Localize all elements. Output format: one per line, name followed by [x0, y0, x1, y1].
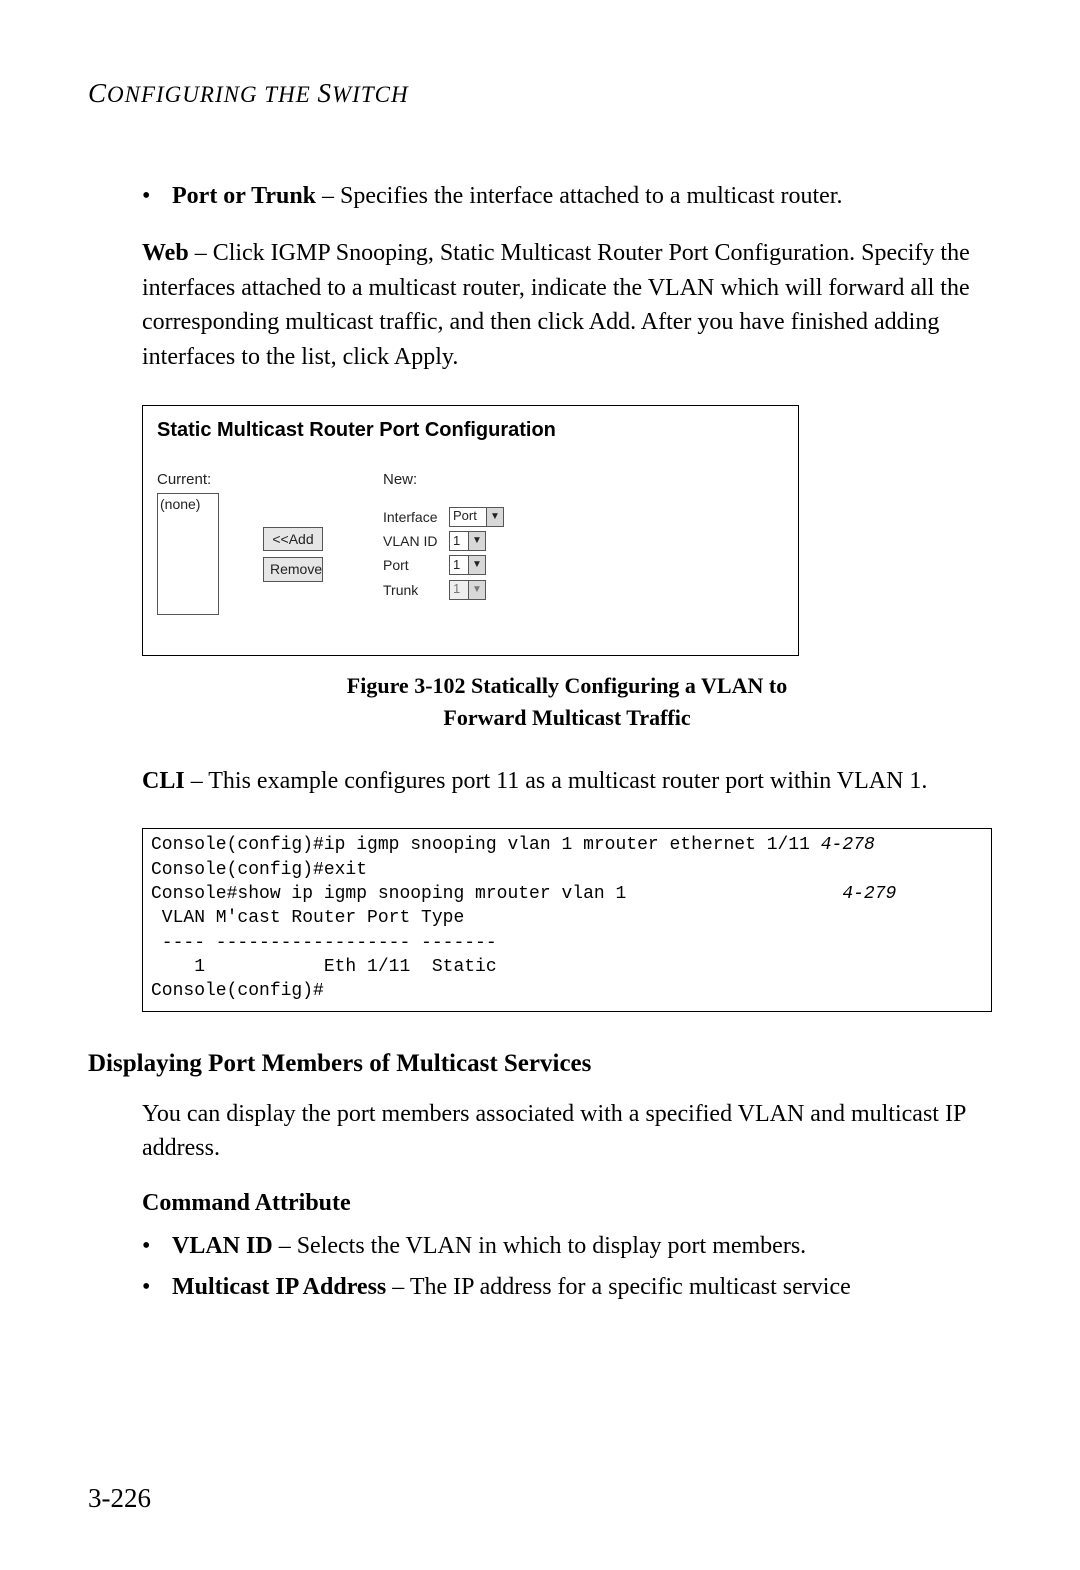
bullet-icon: • — [142, 1229, 172, 1264]
cli-output: Console(config)#ip igmp snooping vlan 1 … — [142, 828, 992, 1012]
trunk-select: 1 ▼ — [449, 580, 486, 600]
port-label: Port — [383, 555, 449, 575]
interface-value: Port — [450, 507, 486, 526]
shot-title: Static Multicast Router Port Configurati… — [157, 416, 788, 445]
cli-paragraph: CLI – This example configures port 11 as… — [142, 764, 992, 799]
command-attribute-heading: Command Attribute — [142, 1186, 992, 1221]
trunk-label: Trunk — [383, 580, 449, 600]
interface-label: Interface — [383, 507, 449, 527]
attr-multicast-ip: • Multicast IP Address – The IP address … — [142, 1270, 992, 1305]
attr-text: – The IP address for a specific multicas… — [386, 1274, 851, 1300]
current-listbox[interactable]: (none) — [157, 493, 219, 615]
current-label: Current: — [157, 469, 217, 491]
config-screenshot: Static Multicast Router Port Configurati… — [142, 405, 799, 656]
port-select[interactable]: 1 ▼ — [449, 555, 486, 575]
section-title: Displaying Port Members of Multicast Ser… — [88, 1046, 992, 1082]
chevron-down-icon: ▼ — [468, 581, 485, 599]
cli-lead: CLI — [142, 768, 185, 794]
running-header-text: ONFIGURING THE — [107, 82, 318, 107]
figure-line1: Figure 3-102 Statically Configuring a VL… — [347, 673, 787, 698]
page-number: 3-226 — [88, 1483, 151, 1514]
bullet-port-trunk: • Port or Trunk – Specifies the interfac… — [142, 179, 992, 214]
figure-line2: Forward Multicast Traffic — [443, 705, 690, 730]
port-value: 1 — [450, 556, 468, 575]
attr-vlan-id: • VLAN ID – Selects the VLAN in which to… — [142, 1229, 992, 1264]
web-lead: Web — [142, 240, 189, 266]
bullet-text: – Specifies the interface attached to a … — [316, 183, 842, 209]
bullet-label: Port or Trunk — [172, 183, 316, 209]
section-intro: You can display the port members associa… — [142, 1097, 992, 1167]
chevron-down-icon: ▼ — [486, 508, 503, 526]
attr-label: Multicast IP Address — [172, 1274, 386, 1300]
bullet-icon: • — [142, 179, 172, 214]
running-header: CONFIGURING THE SWITCH — [88, 78, 992, 109]
trunk-value: 1 — [450, 580, 468, 599]
vlan-select[interactable]: 1 ▼ — [449, 531, 486, 551]
attr-label: VLAN ID — [172, 1233, 273, 1259]
add-button[interactable]: <<Add — [263, 527, 323, 551]
cli-text: – This example configures port 11 as a m… — [185, 768, 928, 794]
figure-caption: Figure 3-102 Statically Configuring a VL… — [142, 670, 992, 734]
web-text: – Click IGMP Snooping, Static Multicast … — [142, 240, 970, 370]
current-value: (none) — [160, 496, 200, 512]
new-label: New: — [383, 469, 504, 491]
vlan-value: 1 — [450, 532, 468, 551]
attr-text: – Selects the VLAN in which to display p… — [273, 1233, 806, 1259]
bullet-icon: • — [142, 1270, 172, 1305]
interface-select[interactable]: Port ▼ — [449, 507, 504, 527]
chevron-down-icon: ▼ — [468, 532, 485, 550]
vlan-label: VLAN ID — [383, 531, 449, 551]
remove-button[interactable]: Remove — [263, 557, 323, 581]
chevron-down-icon: ▼ — [468, 556, 485, 574]
web-paragraph: Web – Click IGMP Snooping, Static Multic… — [142, 236, 992, 375]
